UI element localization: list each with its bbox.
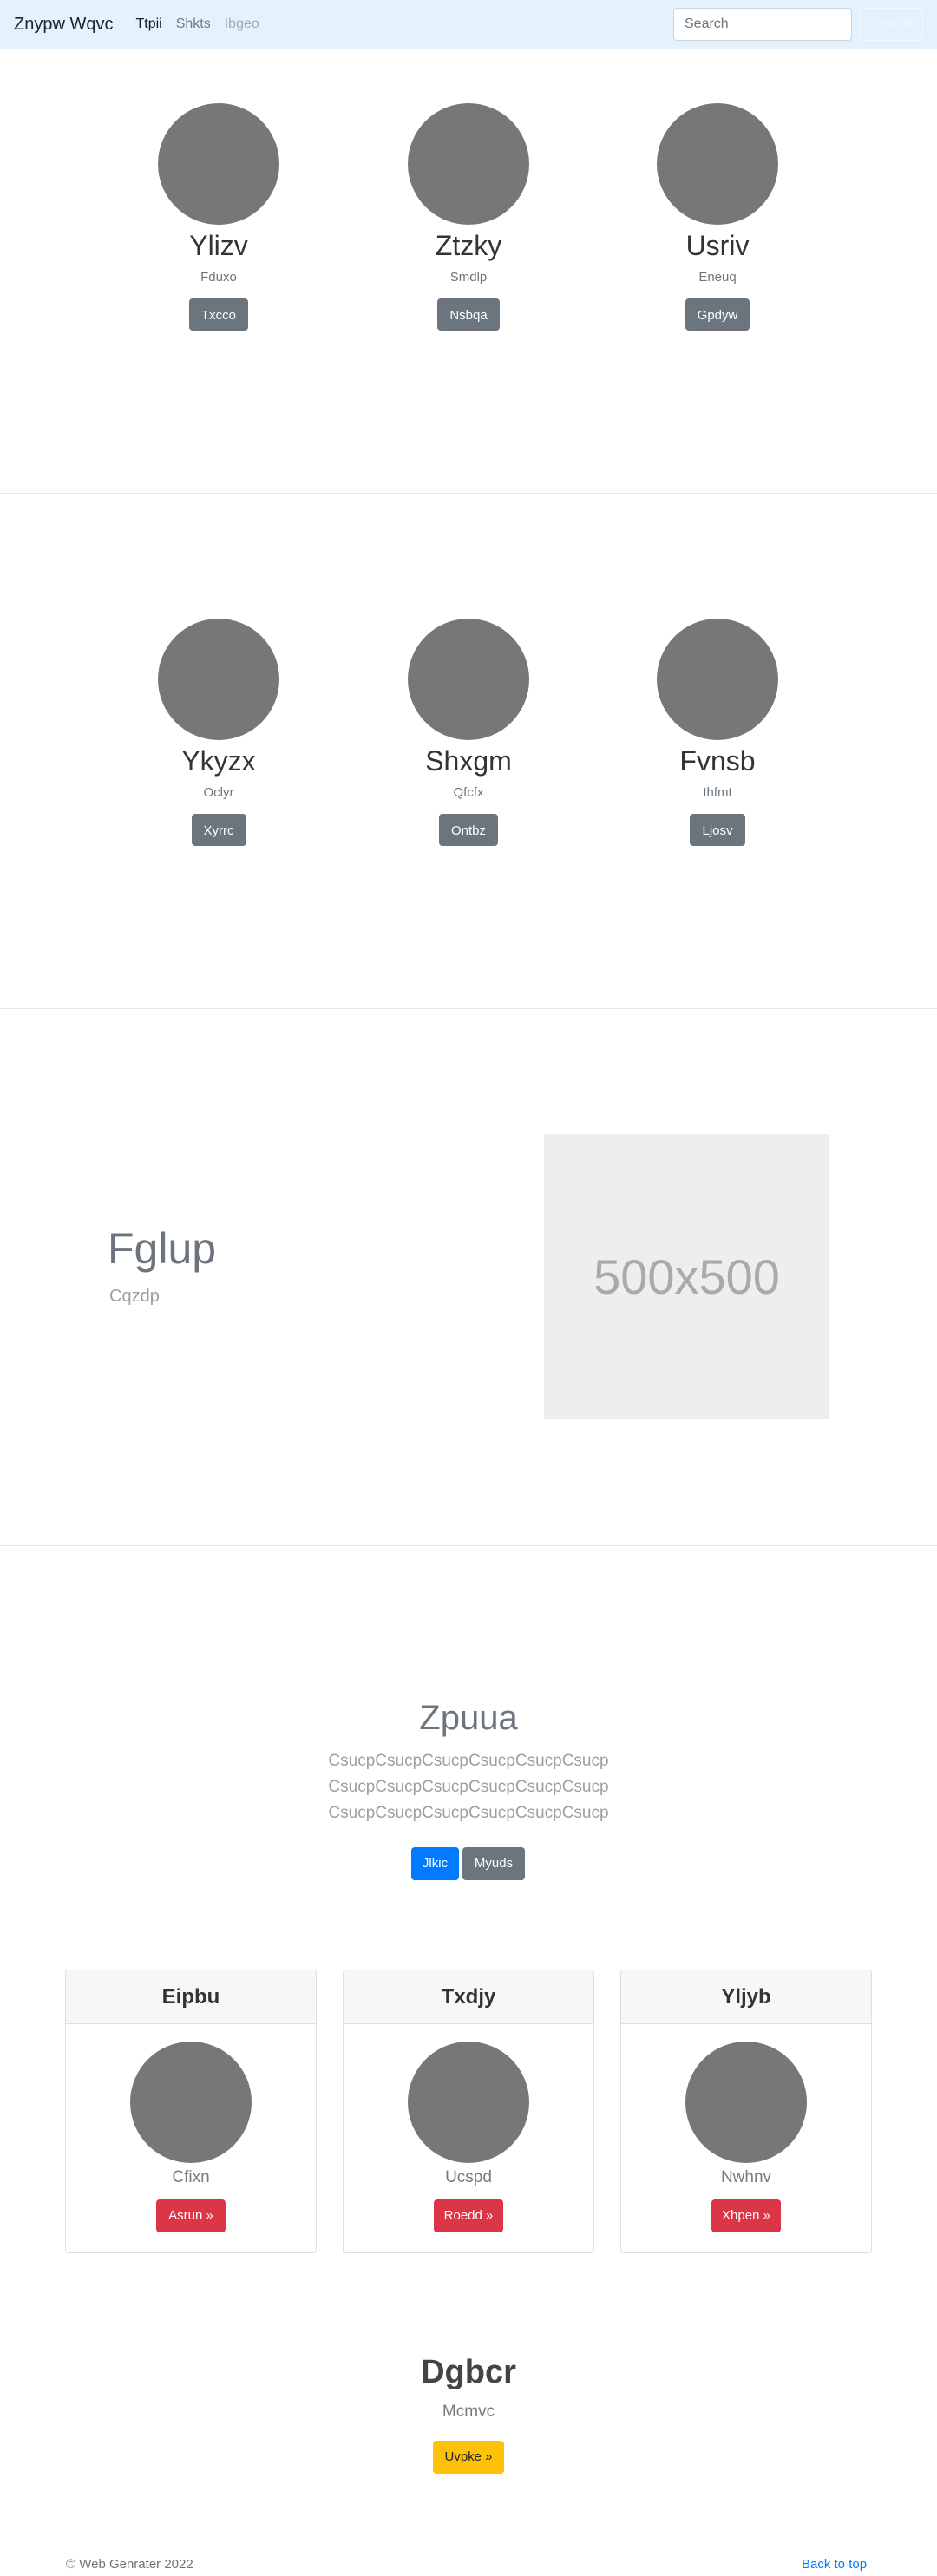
avatar (685, 2042, 807, 2163)
avatar (158, 619, 279, 740)
card-header: Yljyb (621, 1970, 871, 2024)
secondary-button[interactable]: Myuds (462, 1847, 525, 1880)
section-divider (0, 1545, 937, 1546)
jumbotron-title: Zpuua (419, 1699, 518, 1737)
footer-copyright: © Web Genrater 2022 (66, 2557, 193, 2572)
profile-card: Fvnsb Ihfmt Ljosv (631, 619, 804, 846)
profile-subtitle: Qfcfx (453, 785, 484, 800)
profile-card: Ztzky Smdlp Nsbqa (382, 103, 555, 331)
profile-card: Ykyzx Oclyr Xyrrc (132, 619, 305, 846)
section-divider (0, 1008, 937, 1009)
cta-title: Dgbcr (421, 2354, 516, 2390)
card-button[interactable]: Roedd » (434, 2199, 503, 2232)
avatar (657, 619, 778, 740)
profile-button[interactable]: Ljosv (690, 814, 745, 846)
profile-button[interactable]: Gpdyw (685, 298, 750, 331)
avatar (657, 103, 778, 225)
profile-button[interactable]: Xyrrc (191, 814, 246, 846)
jumbotron-text-line: CsucpCsucpCsucpCsucpCsucpCsucp (328, 1778, 609, 1796)
card: Txdjy Ucspd Roedd » (343, 1970, 594, 2253)
search-button[interactable]: Search (859, 8, 923, 41)
profile-name: Fvnsb (679, 745, 756, 777)
profile-card: Shxgm Qfcfx Ontbz (382, 619, 555, 846)
hero-title: Fglup (108, 1224, 217, 1273)
primary-button[interactable]: Jlkic (411, 1847, 459, 1880)
card-header: Eipbu (66, 1970, 316, 2024)
search-input[interactable] (673, 8, 852, 41)
card-button[interactable]: Xhpen » (711, 2199, 781, 2232)
avatar (408, 619, 529, 740)
card: Eipbu Cfixn Asrun » (65, 1970, 317, 2253)
avatar (408, 2042, 529, 2163)
back-to-top-link[interactable]: Back to top (802, 2557, 867, 2572)
jumbotron-text-line: CsucpCsucpCsucpCsucpCsucpCsucp (328, 1804, 609, 1822)
card-header: Txdjy (344, 1970, 593, 2024)
profile-subtitle: Fduxo (200, 270, 237, 285)
avatar (158, 103, 279, 225)
card-subtitle: Ucspd (445, 2168, 492, 2186)
profile-name: Ylizv (189, 230, 248, 261)
jumbotron-text-line: CsucpCsucpCsucpCsucpCsucpCsucp (328, 1752, 609, 1770)
navbar: Znypw Wqvc Ttpii Shkts Ibgeo Search (0, 0, 937, 49)
card-subtitle: Cfixn (172, 2168, 210, 2186)
profile-button[interactable]: Txcco (188, 298, 248, 331)
avatar (130, 2042, 252, 2163)
profile-name: Ykyzx (181, 745, 256, 777)
profile-subtitle: Oclyr (203, 785, 234, 800)
profile-subtitle: Smdlp (449, 270, 488, 285)
placeholder-image: 500x500 (544, 1134, 829, 1419)
profile-card: Usriv Eneuq Gpdyw (631, 103, 804, 331)
section-divider (0, 493, 937, 494)
cta-subtitle: Mcmvc (442, 2402, 495, 2421)
nav-link-shkts[interactable]: Shkts (176, 16, 211, 32)
avatar (408, 103, 529, 225)
card-button[interactable]: Asrun » (156, 2199, 226, 2232)
profile-name: Ztzky (435, 230, 502, 261)
profile-name: Usriv (685, 230, 750, 261)
card: Yljyb Nwhnv Xhpen » (620, 1970, 872, 2253)
placeholder-image-label: 500x500 (593, 1249, 780, 1304)
profile-button[interactable]: Ontbz (438, 814, 499, 846)
profile-card: Ylizv Fduxo Txcco (132, 103, 305, 331)
hero-subtitle: Cqzdp (109, 1287, 160, 1306)
nav-link-ttpii[interactable]: Ttpii (135, 16, 161, 32)
card-subtitle: Nwhnv (720, 2168, 772, 2186)
profile-button[interactable]: Nsbqa (437, 298, 500, 331)
navbar-brand[interactable]: Znypw Wqvc (14, 15, 113, 35)
cta-button[interactable]: Uvpke » (433, 2441, 504, 2474)
profile-subtitle: Eneuq (698, 270, 737, 285)
profile-subtitle: Ihfmt (703, 785, 732, 800)
profile-name: Shxgm (425, 745, 512, 777)
nav-link-ibgeo: Ibgeo (224, 16, 259, 31)
